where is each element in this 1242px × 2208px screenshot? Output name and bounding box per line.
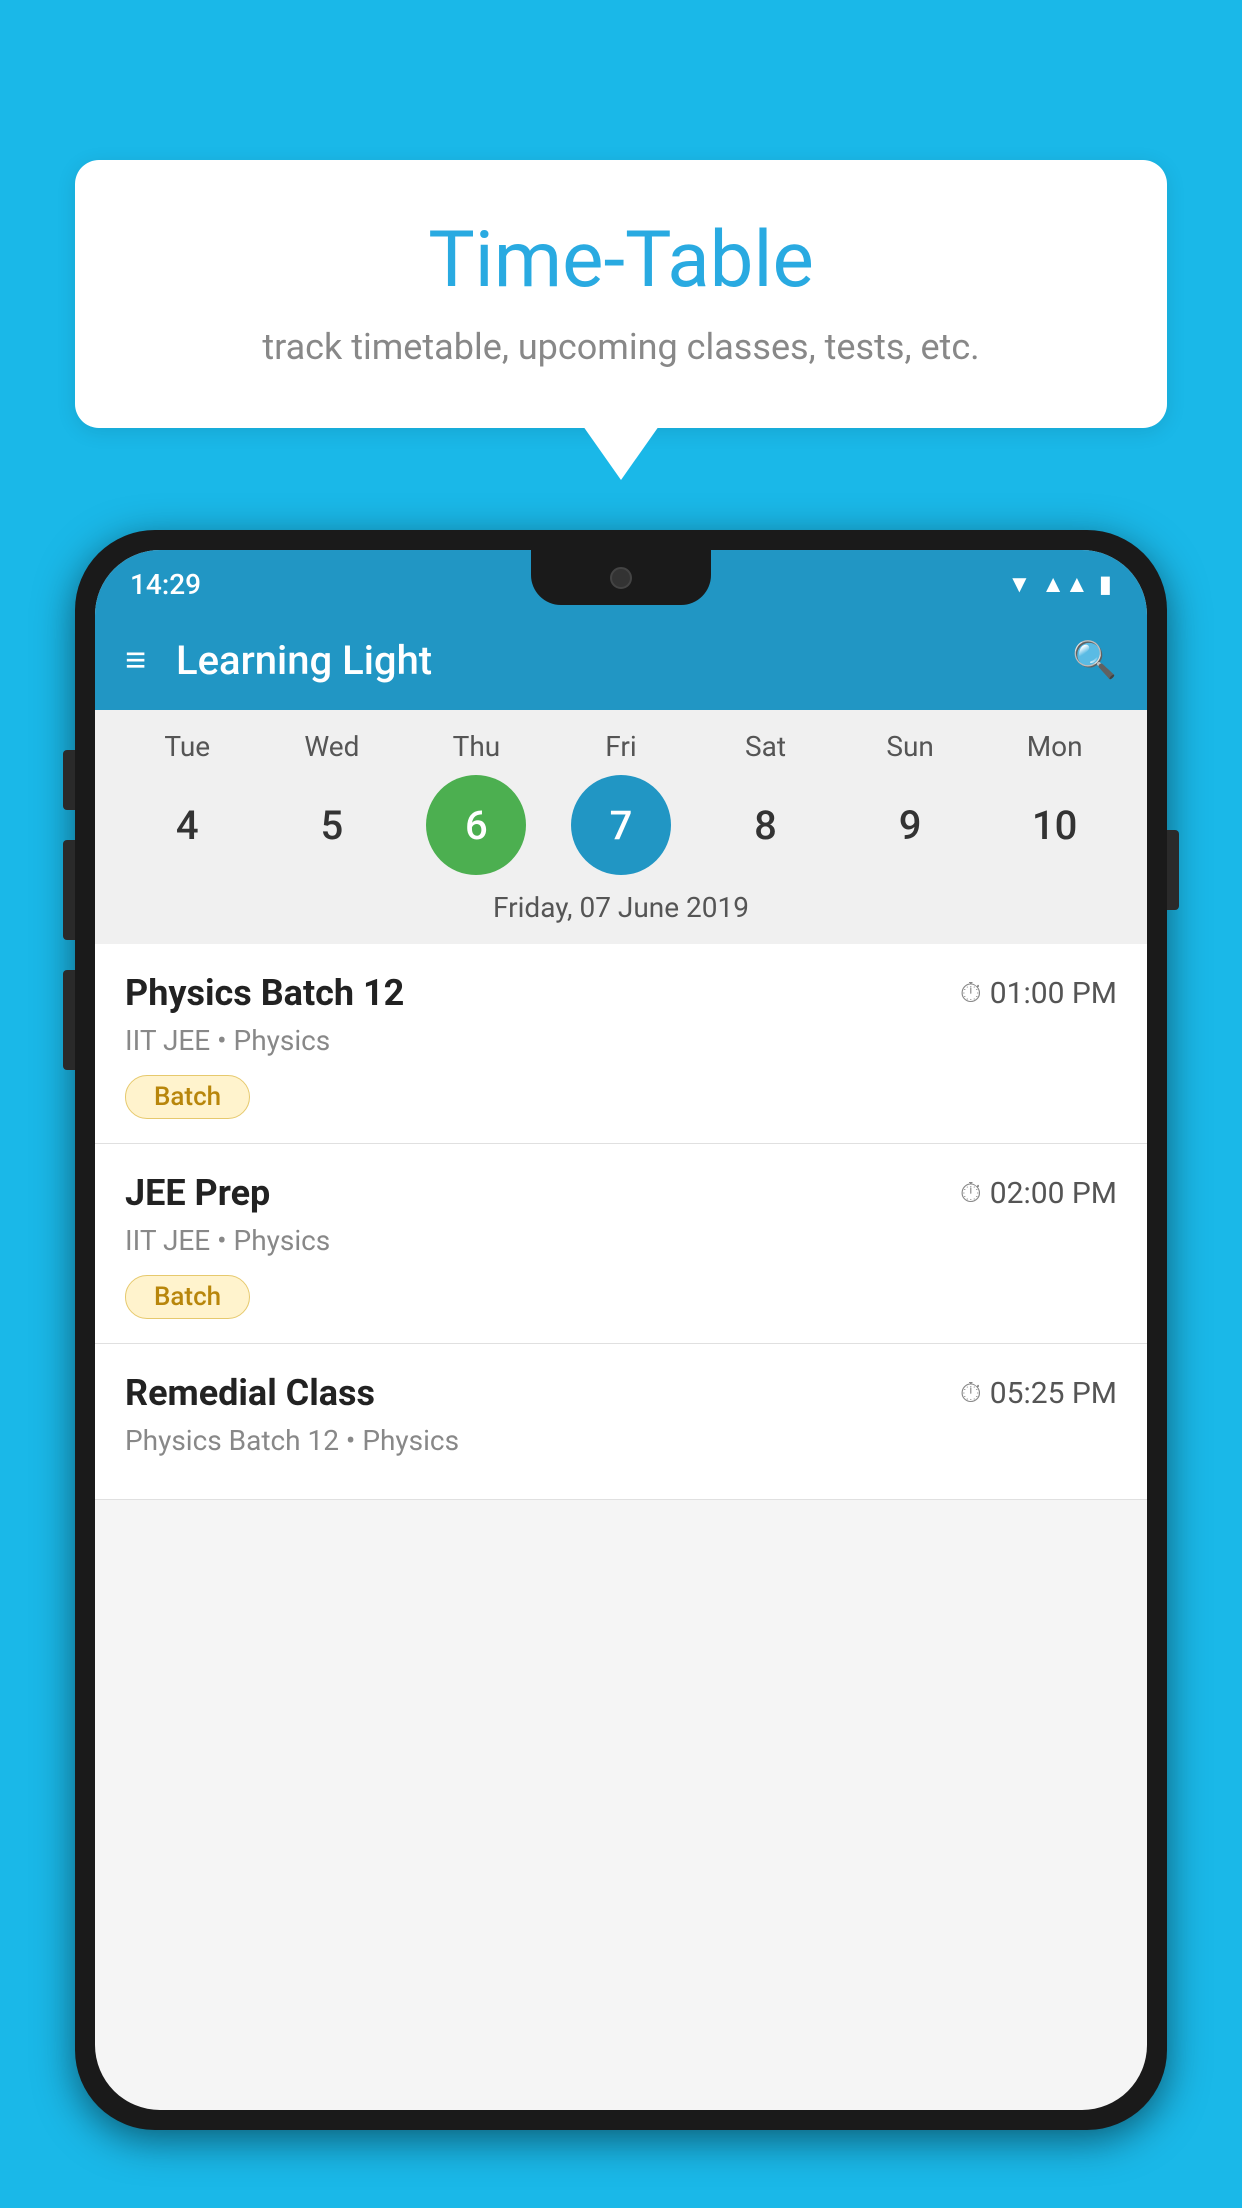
schedule-list: Physics Batch 12 ⏱ 01:00 PM IIT JEE • Ph… [95,944,1147,1500]
schedule-title-1: JEE Prep [125,1172,270,1214]
schedule-title-0: Physics Batch 12 [125,972,404,1014]
dates-row: 456789 10 [115,775,1127,875]
app-title: Learning Light [176,637,1042,684]
date-item-10[interactable]: 10 [1005,775,1105,875]
date-item-5[interactable]: 5 [282,775,382,875]
speech-bubble: Time-Table track timetable, upcoming cla… [75,160,1167,428]
schedule-item-0[interactable]: Physics Batch 12 ⏱ 01:00 PM IIT JEE • Ph… [95,944,1147,1144]
day-label-sun: Sun [850,730,970,763]
clock-icon-2: ⏱ [960,1376,982,1410]
date-item-6[interactable]: 6 [426,775,526,875]
date-item-7[interactable]: 7 [571,775,671,875]
date-item-9[interactable]: 9 [860,775,960,875]
day-label-fri: Fri [561,730,681,763]
signal-icon: ▲▲ [1041,570,1089,599]
status-icons: ▼ ▲▲ ▮ [1008,570,1113,599]
day-label-wed: Wed [272,730,392,763]
power-button [1167,830,1179,910]
schedule-item-header-2: Remedial Class ⏱ 05:25 PM [125,1372,1117,1414]
clock-icon-0: ⏱ [960,976,982,1010]
batch-badge-0: Batch [125,1075,250,1119]
schedule-item-header-0: Physics Batch 12 ⏱ 01:00 PM [125,972,1117,1014]
phone-mockup: 14:29 ▼ ▲▲ ▮ ≡ Learning Light 🔍 Tue Wed Th… [75,530,1167,2208]
status-time: 14:29 [130,568,201,601]
day-label-tue: Tue [127,730,247,763]
notch [531,550,711,605]
hamburger-icon[interactable]: ≡ [125,642,146,678]
wifi-icon: ▼ [1008,570,1032,599]
days-row: Tue Wed Thu Fri Sat Sun Mon [115,730,1127,763]
schedule-subtitle-0: IIT JEE • Physics [125,1024,1117,1057]
silent-button [63,970,75,1070]
schedule-item-1[interactable]: JEE Prep ⏱ 02:00 PM IIT JEE • Physics Ba… [95,1144,1147,1344]
calendar-section: Tue Wed Thu Fri Sat Sun Mon 456789 10 Friday, 0… [95,710,1147,944]
bubble-title: Time-Table [115,215,1127,306]
phone-screen: 14:29 ▼ ▲▲ ▮ ≡ Learning Light 🔍 Tue Wed Th… [95,550,1147,2110]
batch-badge-1: Batch [125,1275,250,1319]
schedule-subtitle-1: IIT JEE • Physics [125,1224,1117,1257]
schedule-item-header-1: JEE Prep ⏱ 02:00 PM [125,1172,1117,1214]
schedule-time-0: ⏱ 01:00 PM [960,976,1117,1011]
schedule-time-2: ⏱ 05:25 PM [960,1376,1117,1411]
day-label-mon: Mon [995,730,1115,763]
date-item-8[interactable]: 8 [716,775,816,875]
selected-date-label: Friday, 07 June 2019 [115,891,1127,934]
volume-down-button [63,840,75,940]
app-bar: ≡ Learning Light 🔍 [95,610,1147,710]
schedule-item-2[interactable]: Remedial Class ⏱ 05:25 PM Physics Batch … [95,1344,1147,1500]
schedule-time-1: ⏱ 02:00 PM [960,1176,1117,1211]
schedule-title-2: Remedial Class [125,1372,375,1414]
speech-bubble-container: Time-Table track timetable, upcoming cla… [75,160,1167,428]
day-label-sat: Sat [706,730,826,763]
battery-icon: ▮ [1099,570,1112,598]
phone-outer: 14:29 ▼ ▲▲ ▮ ≡ Learning Light 🔍 Tue Wed Th… [75,530,1167,2130]
front-camera [610,567,632,589]
clock-icon-1: ⏱ [960,1176,982,1210]
date-item-4[interactable]: 4 [137,775,237,875]
search-icon[interactable]: 🔍 [1072,639,1117,681]
schedule-time-text-0: 01:00 PM [990,976,1117,1011]
volume-up-button [63,750,75,810]
schedule-time-text-2: 05:25 PM [990,1376,1117,1411]
schedule-subtitle-2: Physics Batch 12 • Physics [125,1424,1117,1457]
schedule-time-text-1: 02:00 PM [990,1176,1117,1211]
bubble-subtitle: track timetable, upcoming classes, tests… [115,326,1127,368]
day-label-thu: Thu [416,730,536,763]
